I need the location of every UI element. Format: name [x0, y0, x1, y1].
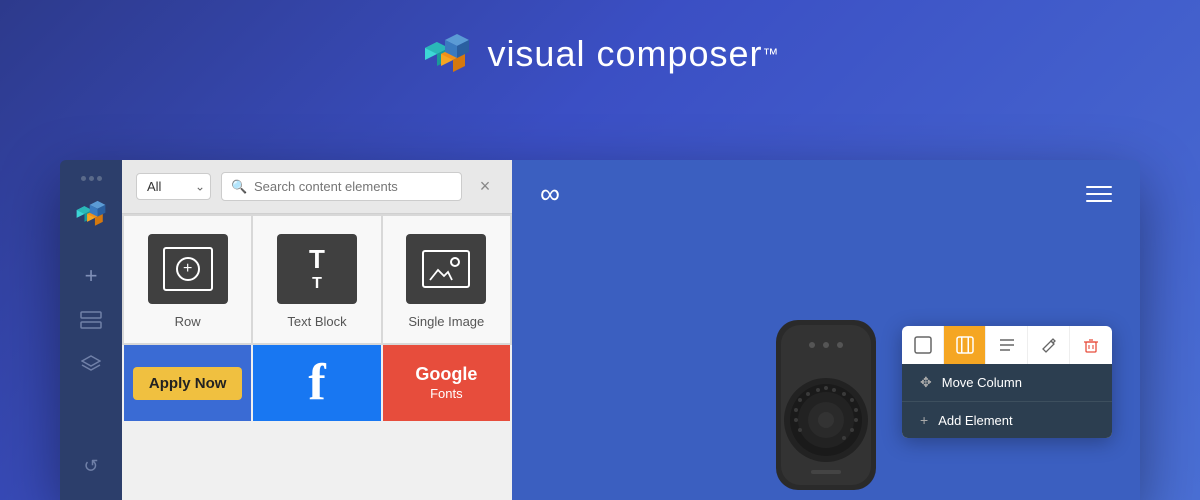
sun-icon [450, 257, 460, 267]
row-label: Row [175, 314, 201, 329]
align-icon [998, 336, 1016, 354]
add-icon[interactable]: + [73, 258, 109, 294]
column-icon-button[interactable] [902, 326, 944, 364]
menu-bar-1 [1086, 186, 1112, 188]
element-card-image[interactable]: Single Image [383, 216, 510, 343]
trash-icon [1082, 336, 1100, 354]
align-icon-button[interactable] [986, 326, 1028, 364]
window-dots [81, 176, 102, 181]
google-fonts-label-line2: Fonts [430, 386, 463, 401]
column-icon [914, 336, 932, 354]
element-card-textblock[interactable]: T T Text Block [253, 216, 380, 343]
mountain-icon [428, 264, 454, 282]
app-logo [421, 28, 473, 80]
row-icon: + [163, 247, 213, 291]
filter-wrapper: All Basic Media Design [136, 173, 211, 200]
dot-3 [97, 176, 102, 181]
ui-container: + ↺ All Basic Media Design [60, 160, 1140, 500]
app-header: visual composer™ [0, 0, 1200, 100]
infinity-logo: ∞ [540, 178, 558, 210]
textblock-icon-box: T T [277, 234, 357, 304]
text-t-small-icon: T [312, 276, 322, 292]
move-icon: ✥ [920, 374, 932, 391]
dot-2 [89, 176, 94, 181]
google-fonts-card[interactable]: Google Fonts [383, 345, 510, 421]
add-element-label: Add Element [938, 413, 1012, 428]
column-active-icon [956, 336, 974, 354]
panel-header: All Basic Media Design 🔍 × [122, 160, 512, 214]
elements-panel: All Basic Media Design 🔍 × + [122, 160, 512, 500]
search-wrapper: 🔍 [221, 172, 462, 201]
stack-icon[interactable] [73, 346, 109, 382]
add-element-icon: + [920, 412, 928, 428]
search-input[interactable] [221, 172, 462, 201]
column-active-icon-button[interactable] [944, 326, 986, 364]
filter-select[interactable]: All Basic Media Design [136, 173, 211, 200]
menu-bar-3 [1086, 200, 1112, 202]
apply-now-card[interactable]: Apply Now [124, 345, 251, 421]
hamburger-menu-button[interactable] [1086, 186, 1112, 202]
elements-grid: + Row T T Text Block [122, 214, 512, 345]
row-icon-box: + [148, 234, 228, 304]
element-card-row[interactable]: + Row [124, 216, 251, 343]
bottom-cards: Apply Now f Google Fonts [122, 345, 512, 423]
facebook-f-icon: f [308, 357, 325, 409]
apply-now-button[interactable]: Apply Now [133, 367, 243, 400]
image-label: Single Image [408, 314, 484, 329]
move-column-item[interactable]: ✥ Move Column [902, 364, 1112, 402]
toolbar-menu: ✥ Move Column + Add Element [902, 364, 1112, 438]
canvas-area: ∞ [512, 160, 1140, 500]
layers-icon[interactable] [73, 302, 109, 338]
move-column-label: Move Column [942, 375, 1022, 390]
toolbar-icons-row [902, 326, 1112, 364]
textblock-label: Text Block [287, 314, 346, 329]
app-title: visual composer™ [487, 33, 778, 75]
sidebar-logo [74, 197, 108, 236]
text-t-large-icon: T [309, 246, 325, 272]
pencil-icon [1040, 336, 1058, 354]
close-panel-button[interactable]: × [472, 174, 498, 200]
sidebar: + ↺ [60, 160, 122, 500]
search-icon: 🔍 [231, 179, 247, 195]
edit-icon-button[interactable] [1028, 326, 1070, 364]
plus-circle-icon: + [176, 257, 200, 281]
toolbar-popup: ✥ Move Column + Add Element [902, 326, 1112, 438]
delete-icon-button[interactable] [1070, 326, 1112, 364]
canvas-nav: ∞ [512, 160, 1140, 228]
dot-1 [81, 176, 86, 181]
textblock-icon: T T [309, 246, 325, 292]
menu-bar-2 [1086, 193, 1112, 195]
image-icon-box [406, 234, 486, 304]
speaker-svg [746, 310, 906, 500]
image-frame-icon [422, 250, 470, 288]
add-element-item[interactable]: + Add Element [902, 402, 1112, 438]
undo-icon[interactable]: ↺ [73, 448, 109, 484]
facebook-card[interactable]: f [253, 345, 380, 421]
google-fonts-label-line1: Google [415, 365, 477, 385]
device-illustration [736, 300, 916, 500]
